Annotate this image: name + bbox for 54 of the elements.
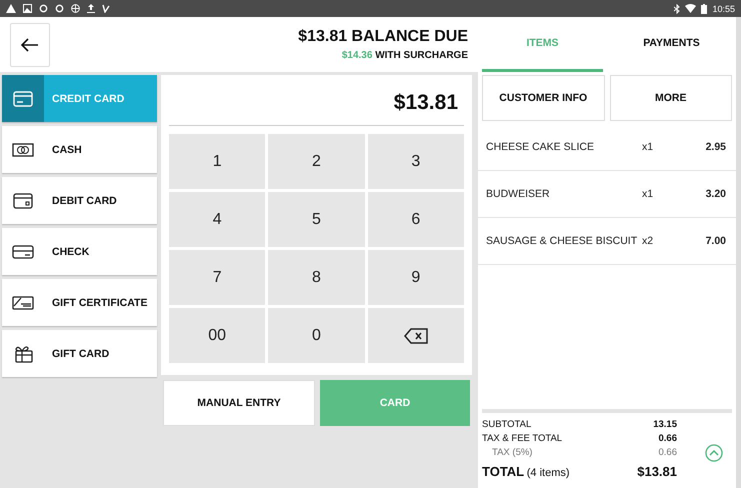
keypad-key[interactable]: 8 — [268, 250, 365, 305]
fee-value: 0.66 — [658, 432, 677, 446]
order-item[interactable]: BUDWEISER x1 3.20 — [478, 171, 736, 218]
payment-method[interactable]: DEBIT CARD — [2, 177, 157, 224]
keypad-key[interactable]: 00 — [169, 308, 266, 363]
surcharge-amount: $14.36 — [342, 50, 372, 61]
manual-entry-button[interactable]: MANUAL ENTRY — [163, 380, 315, 426]
fee-label: TAX & FEE TOTAL — [482, 432, 564, 446]
order-item[interactable]: CHEESE CAKE SLICE x1 2.95 — [478, 124, 736, 171]
order-item[interactable]: SAUSAGE & CHEESE BISCUIT x2 7.00 — [478, 218, 736, 265]
battery-icon — [701, 4, 708, 14]
clock-time: 10:55 — [712, 4, 735, 14]
keypad-key[interactable]: 5 — [268, 192, 365, 247]
backspace-icon — [404, 328, 428, 344]
total-label: TOTAL — [482, 464, 524, 479]
wifi-icon — [685, 4, 696, 13]
globe-icon — [71, 4, 80, 13]
banknote-icon — [12, 142, 34, 156]
bluetooth-icon — [674, 4, 680, 14]
back-button[interactable] — [10, 22, 50, 66]
payment-method[interactable]: CASH — [2, 126, 157, 173]
upload-icon — [87, 4, 95, 13]
check-icon — [102, 4, 110, 13]
card-icon — [13, 192, 33, 208]
keypad-key[interactable]: 1 — [169, 134, 266, 189]
surcharge-label: WITH SURCHARGE — [375, 50, 468, 61]
certificate-icon — [12, 296, 34, 310]
balance-due: $13.81 BALANCE DUE — [298, 28, 468, 46]
check-card-icon — [12, 244, 34, 258]
keypad-key[interactable]: 0 — [268, 308, 365, 363]
item-count: (4 items) — [526, 467, 570, 479]
payment-method[interactable]: GIFT CARD — [2, 330, 157, 377]
collapse-icon[interactable] — [705, 444, 723, 462]
amount-display: $13.81 — [169, 75, 464, 126]
credit-card-icon — [13, 90, 33, 106]
image-icon — [23, 4, 32, 13]
order-button[interactable]: MORE — [610, 75, 732, 121]
total-value: $13.81 — [637, 463, 677, 481]
subtotal-label: SUBTOTAL — [482, 418, 532, 432]
keypad-key[interactable]: 3 — [368, 134, 464, 189]
subtotal-value: 13.15 — [653, 418, 677, 432]
keypad-key[interactable]: 4 — [169, 192, 266, 247]
payment-method[interactable]: CHECK — [2, 228, 157, 275]
payment-method[interactable]: GIFT CERTIFICATE — [2, 279, 157, 326]
tax-label: TAX (5%) — [491, 446, 534, 460]
backspace-key[interactable] — [368, 308, 464, 363]
tax-value: 0.66 — [658, 446, 677, 460]
order-button[interactable]: CUSTOMER INFO — [482, 75, 604, 121]
keypad-key[interactable]: 9 — [368, 250, 464, 305]
keypad-key[interactable]: 2 — [268, 134, 365, 189]
back-arrow-icon — [21, 38, 39, 52]
warning-icon — [6, 4, 16, 13]
keypad-key[interactable]: 6 — [368, 192, 464, 247]
keypad-key[interactable]: 7 — [169, 250, 266, 305]
